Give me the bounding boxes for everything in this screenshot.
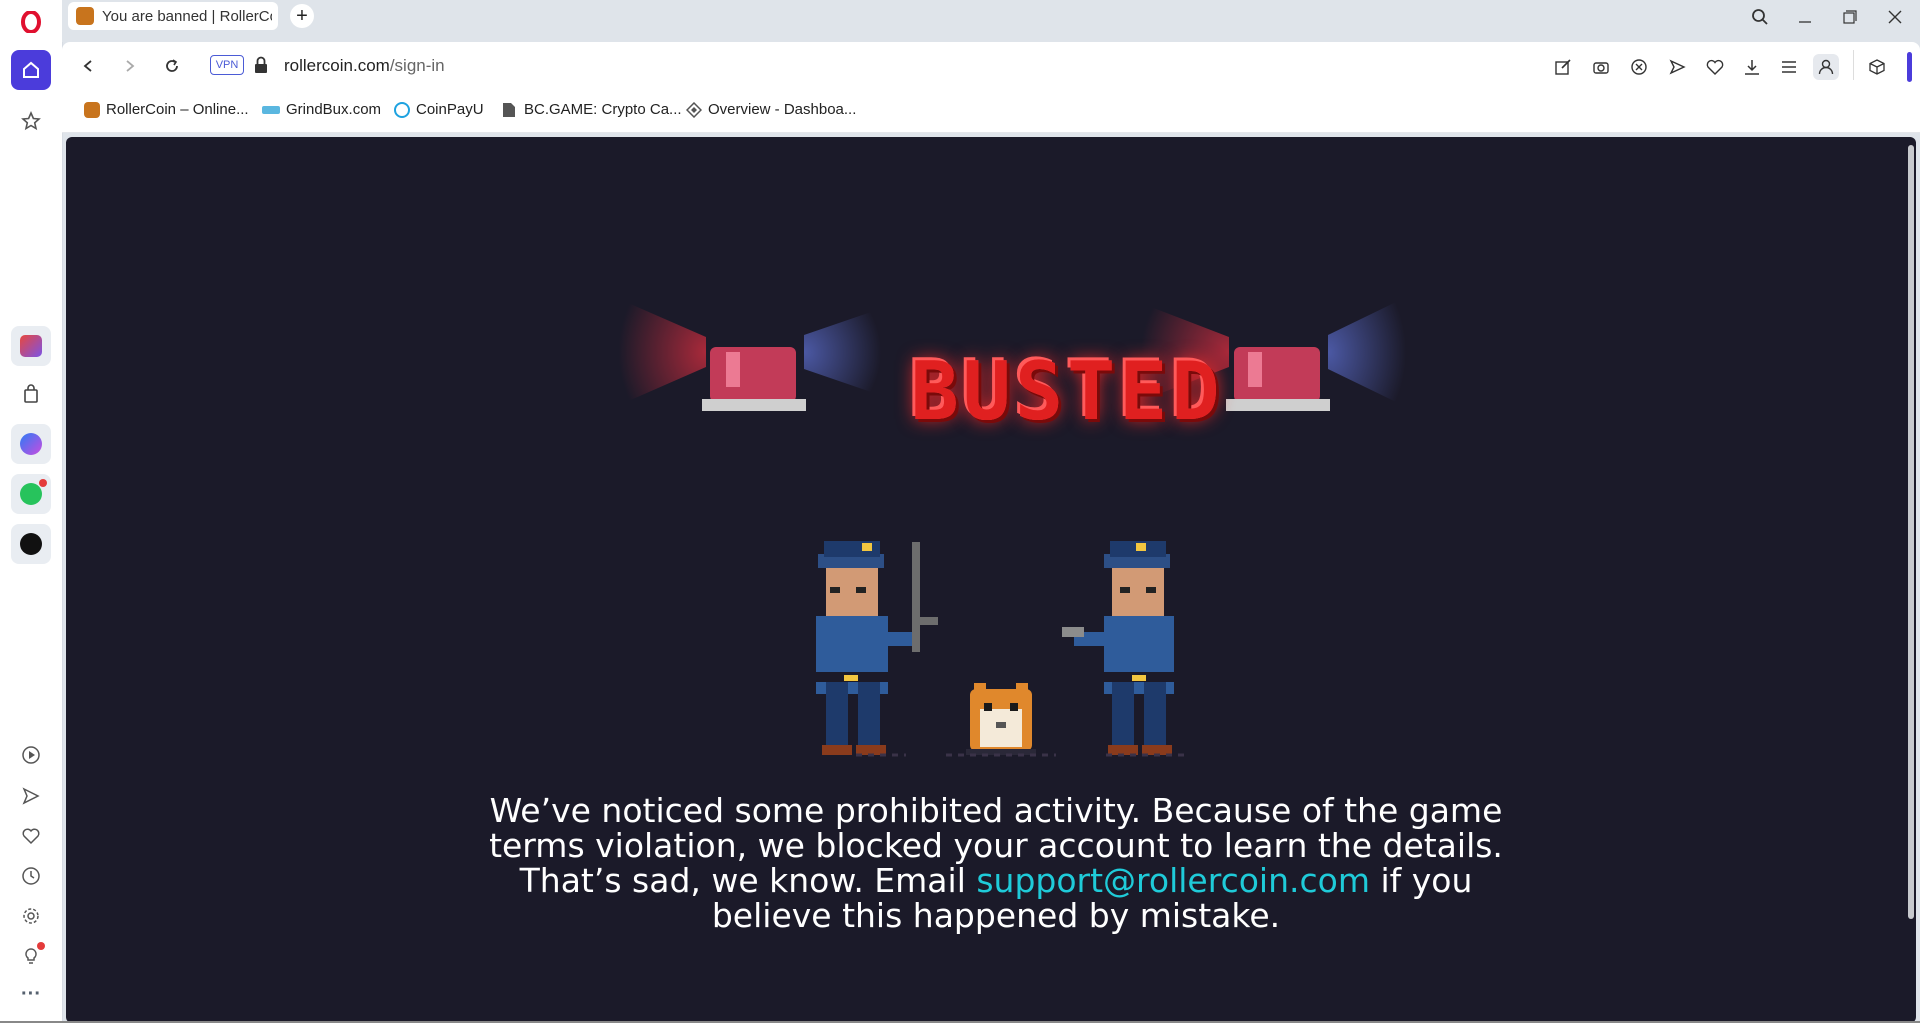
grindbux-icon	[262, 105, 280, 114]
new-tab-plus-icon[interactable]: +	[290, 4, 314, 28]
extensions-cube-icon[interactable]	[1864, 54, 1890, 80]
siren-left-icon	[618, 302, 881, 411]
reload-icon[interactable]	[160, 54, 184, 78]
url-path: /sign-in	[389, 56, 445, 75]
search-tabs-icon[interactable]	[1742, 4, 1778, 30]
tiktok-icon[interactable]	[11, 524, 51, 564]
page-scrollbar[interactable]	[1908, 145, 1914, 919]
forward-icon[interactable]	[118, 54, 142, 78]
bookmark-overview[interactable]: Overview - Dashboa...	[685, 101, 857, 118]
aria-icon[interactable]	[11, 326, 51, 366]
star-icon[interactable]	[11, 101, 51, 141]
opera-sidebar: ···	[0, 0, 63, 1023]
hamster-character-icon	[966, 683, 1036, 755]
document-icon	[502, 102, 518, 118]
home-icon[interactable]	[11, 50, 51, 90]
bookmark-label: BC.GAME: Crypto Ca...	[524, 101, 682, 118]
opera-logo-icon[interactable]	[11, 2, 51, 42]
ban-message: We’ve noticed some prohibited activity. …	[466, 793, 1526, 933]
bookmark-label: CoinPayU	[416, 101, 484, 118]
bookmark-rollercoin[interactable]: RollerCoin – Online...	[84, 101, 249, 118]
heart-icon[interactable]	[1702, 54, 1728, 80]
camera-icon[interactable]	[1588, 54, 1614, 80]
more-options-icon[interactable]: ···	[11, 974, 51, 1014]
lightbulb-icon[interactable]	[11, 936, 51, 976]
url-host: rollercoin.com	[284, 56, 390, 75]
edit-icon[interactable]	[1550, 54, 1576, 80]
page-content: BUSTED We’ve noticed some prohibited act…	[66, 137, 1916, 1023]
lock-icon[interactable]	[254, 56, 268, 79]
police-officer-right-icon	[1062, 541, 1174, 755]
whatsapp-icon[interactable]	[11, 474, 51, 514]
tab-title: You are banned | RollerCoin	[102, 7, 272, 25]
adblock-icon[interactable]	[1626, 54, 1652, 80]
restore-icon[interactable]	[1832, 4, 1868, 30]
tab-bar: You are banned | RollerCoin +	[62, 0, 1920, 42]
history-icon[interactable]	[11, 856, 51, 896]
minimize-icon[interactable]	[1787, 4, 1823, 30]
tab-active[interactable]: You are banned | RollerCoin	[68, 2, 278, 30]
bookmark-bcgame[interactable]: BC.GAME: Crypto Ca...	[502, 101, 682, 118]
shopping-bag-icon[interactable]	[11, 374, 51, 414]
support-email-link[interactable]: support@rollercoin.com	[976, 861, 1370, 900]
bookmark-label: RollerCoin – Online...	[106, 101, 249, 118]
sidebar-toggle-indicator[interactable]	[1907, 52, 1912, 82]
hamster-icon	[76, 7, 94, 25]
settings-gear-icon[interactable]	[11, 896, 51, 936]
download-icon[interactable]	[1739, 54, 1765, 80]
send-icon[interactable]	[1664, 54, 1690, 80]
address-bar: VPN rollercoin.com/sign-in	[62, 42, 1920, 90]
bookmarks-bar: RollerCoin – Online... GrindBux.com Coin…	[62, 90, 1920, 133]
send-icon[interactable]	[11, 776, 51, 816]
profile-icon[interactable]	[1813, 54, 1839, 80]
police-officer-left-icon	[816, 541, 938, 755]
url-field[interactable]: rollercoin.com/sign-in	[284, 56, 445, 76]
bookmark-label: Overview - Dashboa...	[708, 101, 857, 118]
bookmark-grindbux[interactable]: GrindBux.com	[262, 101, 381, 118]
back-icon[interactable]	[76, 54, 100, 78]
busted-heading: BUSTED	[910, 345, 1224, 438]
bookmark-label: GrindBux.com	[286, 101, 382, 118]
heart-icon[interactable]	[11, 816, 51, 856]
close-window-icon[interactable]	[1877, 4, 1913, 30]
vpn-badge[interactable]: VPN	[210, 55, 244, 75]
player-icon[interactable]	[11, 735, 51, 775]
busted-illustration	[618, 302, 1406, 757]
diamond-icon	[685, 101, 703, 118]
messenger-icon[interactable]	[11, 424, 51, 464]
toolbar-separator	[1853, 50, 1854, 80]
hamster-icon	[84, 101, 100, 118]
easy-setup-icon[interactable]	[1776, 54, 1802, 80]
bookmark-coinpayu[interactable]: CoinPayU	[394, 101, 484, 118]
coinpayu-icon	[394, 101, 410, 118]
